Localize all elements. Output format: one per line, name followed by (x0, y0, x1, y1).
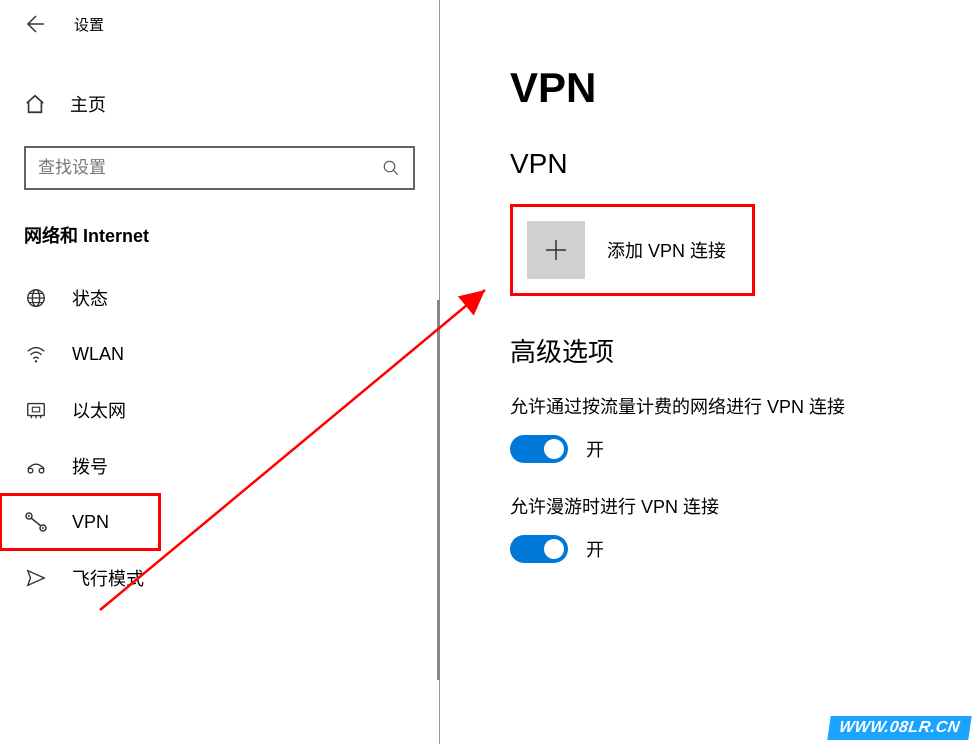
option-roaming-state: 开 (586, 536, 604, 562)
sidebar-nav: 状态 WLAN 以太网 拨号 VPN 飞行模式 (0, 270, 439, 606)
sidebar-item-label: VPN (72, 512, 109, 533)
page-title: VPN (510, 64, 974, 112)
add-vpn-label: 添加 VPN 连接 (607, 237, 726, 263)
option-metered-toggle[interactable] (510, 435, 568, 463)
back-arrow-icon (24, 14, 44, 34)
sidebar-category: 网络和 Internet (0, 190, 439, 258)
option-metered-label: 允许通过按流量计费的网络进行 VPN 连接 (510, 393, 974, 419)
add-vpn-button[interactable]: 添加 VPN 连接 (527, 221, 738, 279)
back-button[interactable] (18, 8, 50, 40)
sidebar-item-airplane[interactable]: 飞行模式 (0, 550, 439, 606)
wifi-icon (25, 343, 47, 365)
vpn-icon (24, 512, 48, 532)
sidebar-item-ethernet[interactable]: 以太网 (0, 382, 439, 438)
sidebar-item-dialup[interactable]: 拨号 (0, 438, 439, 494)
vpn-section-heading: VPN (510, 148, 974, 180)
main-content: VPN VPN 添加 VPN 连接 高级选项 允许通过按流量计费的网络进行 VP… (440, 0, 974, 744)
plus-icon (527, 221, 585, 279)
dialup-icon (25, 457, 47, 475)
search-icon (381, 159, 401, 177)
sidebar-item-label: 以太网 (72, 397, 126, 423)
ethernet-icon (25, 399, 47, 421)
sidebar-item-label: 状态 (72, 285, 108, 311)
sidebar-item-wlan[interactable]: WLAN (0, 326, 439, 382)
search-box[interactable] (24, 146, 415, 190)
option-roaming-toggle[interactable] (510, 535, 568, 563)
sidebar-item-status[interactable]: 状态 (0, 270, 439, 326)
option-roaming-label: 允许漫游时进行 VPN 连接 (510, 493, 974, 519)
search-input[interactable] (38, 158, 381, 178)
globe-icon (25, 287, 47, 309)
titlebar: 设置 (0, 0, 439, 48)
airplane-icon (25, 567, 47, 589)
sidebar: 设置 主页 网络和 Internet 状态 WLAN (0, 0, 440, 744)
add-vpn-highlight: 添加 VPN 连接 (510, 204, 755, 296)
sidebar-item-label: 拨号 (72, 453, 108, 479)
home-icon (24, 93, 46, 115)
window-title: 设置 (74, 14, 104, 35)
sidebar-item-vpn[interactable]: VPN (0, 494, 160, 550)
sidebar-home[interactable]: 主页 (0, 76, 439, 132)
watermark: WWW.08LR.CN (828, 716, 972, 740)
sidebar-item-label: WLAN (72, 344, 124, 365)
option-metered-state: 开 (586, 436, 604, 462)
sidebar-item-label: 飞行模式 (72, 565, 144, 591)
home-label: 主页 (70, 91, 106, 117)
advanced-section-heading: 高级选项 (510, 332, 974, 369)
